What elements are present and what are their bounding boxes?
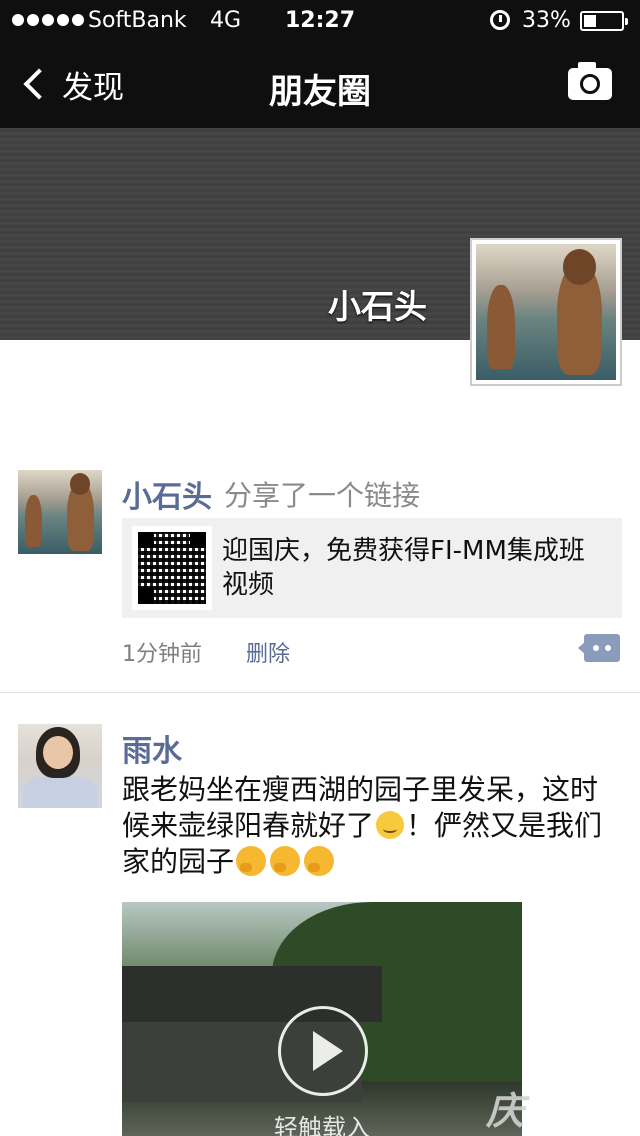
post-action-text: 分享了一个链接: [224, 479, 421, 512]
video-load-hint: 轻触载入: [274, 1114, 370, 1136]
page-title: 朋友圈: [269, 72, 371, 112]
battery-percent: 33%: [522, 8, 571, 33]
camera-icon[interactable]: [568, 62, 612, 100]
thinking-emoji-icon: [270, 846, 301, 876]
profile-name: 小石头: [328, 287, 427, 326]
top-bar: SoftBank 4G 12:27 33% 发现 朋友圈: [0, 0, 640, 128]
delete-button[interactable]: 删除: [246, 636, 290, 668]
post-author[interactable]: 小石头: [122, 472, 212, 516]
shared-link-card[interactable]: 迎国庆，免费获得FI-MM集成班视频: [122, 518, 622, 618]
ape-avatar-image: [18, 470, 102, 554]
post-author[interactable]: 雨水: [122, 726, 182, 770]
ape-avatar-image: [476, 244, 616, 380]
watermark: 庆: [486, 1089, 525, 1133]
post-text: 跟老妈坐在瘦西湖的园子里发呆，这时候来壶绿阳春就好了 ！俨然又是我们家的园子: [122, 772, 622, 880]
play-icon[interactable]: [278, 1006, 368, 1096]
link-title: 迎国庆，免费获得FI-MM集成班视频: [222, 536, 585, 600]
thinking-emoji-icon: [236, 846, 267, 876]
video-thumbnail[interactable]: 轻触载入: [122, 902, 522, 1136]
post-divider: [0, 692, 640, 693]
qr-code-thumbnail: [132, 526, 212, 610]
profile-avatar[interactable]: [470, 238, 622, 386]
post-avatar-xiaoshitou[interactable]: [18, 470, 102, 554]
smile-emoji-icon: [376, 811, 405, 839]
alarm-icon: [490, 10, 510, 30]
post-avatar-yushui[interactable]: [18, 724, 102, 808]
battery-icon: [580, 11, 628, 31]
woman-avatar-image: [18, 724, 102, 808]
thinking-emoji-icon: [304, 846, 335, 876]
nav-bar: 发现 朋友圈: [0, 40, 640, 128]
status-bar: SoftBank 4G 12:27 33%: [0, 0, 640, 40]
post-time: 1分钟前: [122, 642, 202, 667]
comment-icon[interactable]: [578, 634, 620, 662]
